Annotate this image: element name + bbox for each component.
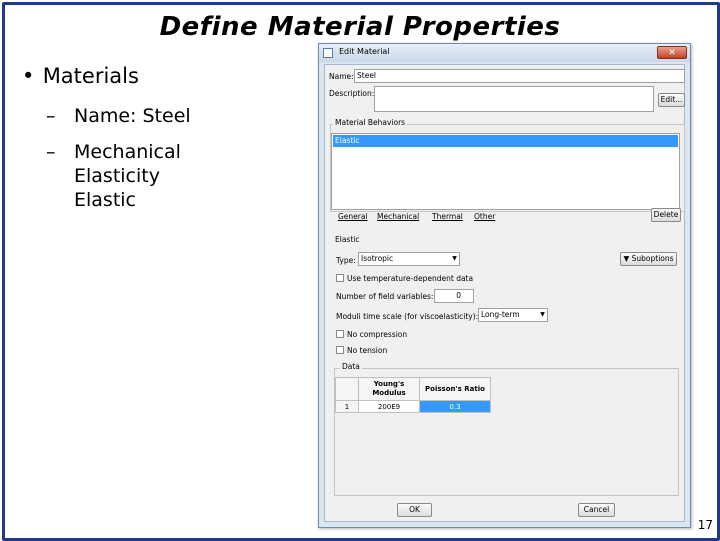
youngs-header[interactable]: Young's Modulus [358, 377, 420, 401]
table-row[interactable]: 1 200E9 0.3 [335, 400, 491, 413]
menu-thermal[interactable]: Thermal [432, 212, 463, 221]
moduli-value: Long-term [481, 310, 520, 319]
menu-general[interactable]: General [338, 212, 368, 221]
delete-button[interactable]: Delete [651, 208, 681, 222]
temp-dependent-label: Use temperature-dependent data [347, 274, 474, 283]
bullet-materials-text: Materials [42, 64, 139, 88]
elastic-section-title: Elastic [335, 235, 360, 244]
name-field[interactable]: Steel [354, 69, 685, 83]
menu-mechanical[interactable]: Mechanical [377, 212, 419, 221]
moduli-select[interactable]: Long-term ▼ [478, 308, 548, 322]
no-tension-label: No tension [347, 346, 388, 355]
bullet-mechanical: – Mechanical Elasticity Elastic [46, 141, 181, 211]
slide-number: 17 [697, 518, 713, 532]
description-field[interactable] [374, 86, 654, 112]
edit-description-button[interactable]: Edit... [658, 93, 685, 107]
type-label: Type: [336, 256, 356, 265]
window-icon [323, 48, 333, 58]
type-select[interactable]: Isotropic ▼ [358, 252, 460, 266]
dialog-titlebar[interactable]: Edit Material ✕ [319, 44, 690, 62]
close-icon[interactable]: ✕ [657, 46, 687, 59]
chevron-down-icon: ▼ [540, 311, 545, 318]
youngs-cell[interactable]: 200E9 [358, 400, 420, 413]
behaviors-title: Material Behaviors [333, 118, 408, 127]
chevron-down-icon: ▼ [452, 255, 457, 262]
menu-other[interactable]: Other [474, 212, 495, 221]
poisson-header[interactable]: Poisson's Ratio [419, 377, 491, 401]
bullet-materials: • Materials [22, 64, 139, 88]
name-label: Name: [329, 72, 354, 81]
dropdown-arrow-icon: ▼ [623, 254, 630, 263]
dialog-title: Edit Material [339, 47, 390, 56]
behaviors-list[interactable]: Elastic [331, 133, 680, 210]
poisson-cell[interactable]: 0.3 [419, 400, 491, 413]
slide-title: Define Material Properties [159, 12, 561, 42]
suboptions-label: Suboptions [631, 254, 674, 263]
data-table[interactable]: Young's Modulus Poisson's Ratio 1 200E9 … [335, 377, 491, 413]
bullet-name-text: Name: Steel [74, 105, 191, 127]
ok-button[interactable]: OK [397, 503, 432, 517]
temp-dependent-checkbox[interactable] [336, 274, 344, 282]
table-corner [335, 377, 359, 401]
cancel-button[interactable]: Cancel [578, 503, 615, 517]
field-vars-spinner[interactable]: 0 [434, 289, 474, 303]
no-tension-checkbox[interactable] [336, 346, 344, 354]
behavior-item-elastic[interactable]: Elastic [333, 135, 678, 147]
moduli-label: Moduli time scale (for viscoelasticity): [336, 312, 479, 321]
suboptions-button[interactable]: ▼ Suboptions [620, 252, 677, 266]
description-label: Description: [329, 89, 375, 98]
type-value: Isotropic [361, 254, 394, 263]
data-title: Data [340, 362, 362, 371]
bullet-mech-line2: Elasticity [74, 165, 160, 187]
field-vars-label: Number of field variables: [336, 292, 434, 301]
bullet-mech-line3: Elastic [74, 189, 137, 211]
row-index: 1 [335, 400, 359, 413]
no-compression-label: No compression [347, 330, 408, 339]
bullet-mech-line1: Mechanical [74, 141, 181, 163]
no-compression-checkbox[interactable] [336, 330, 344, 338]
bullet-name: – Name: Steel [46, 105, 191, 127]
